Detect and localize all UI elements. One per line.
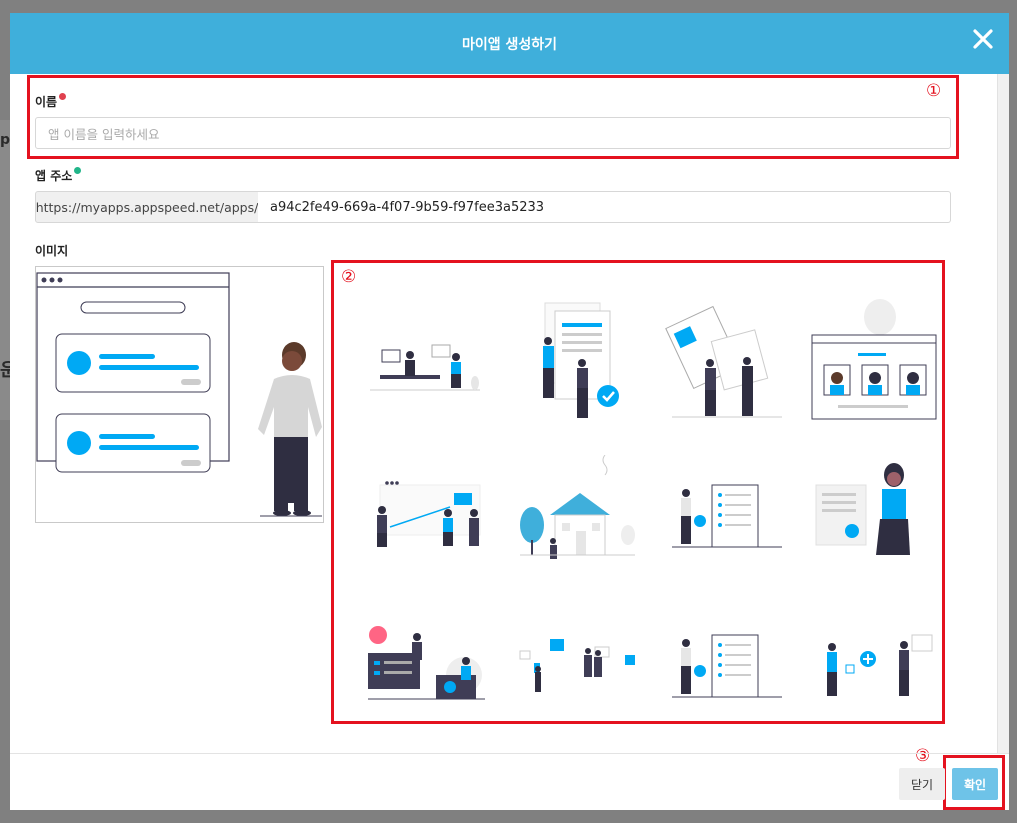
address-prefix: https://myapps.appspeed.net/apps/ [35, 191, 259, 223]
close-icon[interactable] [971, 27, 995, 51]
woman-document-illustration [815, 463, 910, 555]
floating-cards-illustration [519, 639, 635, 692]
image-option-video-call[interactable] [810, 295, 940, 435]
dashboard-illustration [368, 626, 485, 700]
annotation-number-1: ① [926, 81, 942, 101]
scrollbar[interactable] [997, 74, 1009, 754]
image-option-team-meeting[interactable] [360, 295, 490, 435]
close-button[interactable]: 닫기 [899, 768, 945, 800]
image-option-floating-cards[interactable] [510, 605, 640, 745]
image-preview [35, 266, 324, 523]
app-address-input[interactable]: a94c2fe49-669a-4f07-9b59-f97fee3a5233 [258, 191, 951, 223]
image-option-handshake-contract[interactable] [662, 295, 792, 435]
documents-approval-illustration [543, 302, 619, 418]
video-call-illustration [811, 299, 937, 420]
image-option-checklist-2[interactable] [662, 605, 792, 745]
info-dot [74, 167, 82, 174]
add-content-illustration [827, 634, 933, 696]
checklist-2-illustration [672, 634, 782, 698]
image-option-add-content[interactable] [810, 605, 940, 745]
image-option-documents-approval[interactable] [510, 295, 640, 435]
image-option-presentation[interactable] [360, 455, 490, 595]
image-option-house[interactable] [510, 454, 640, 595]
background-text: p [0, 132, 11, 148]
preview-illustration [36, 272, 322, 517]
checklist-illustration [672, 484, 782, 548]
image-option-grid [340, 275, 952, 735]
modal-title: 마이앱 생성하기 [461, 36, 558, 53]
image-option-woman-document[interactable] [810, 455, 940, 595]
image-option-checklist[interactable] [662, 455, 792, 595]
house-illustration [520, 454, 635, 559]
create-app-modal: 마이앱 생성하기 이름 앱 이름을 입력하세요 앱 주소 https://mya… [10, 13, 1009, 810]
handshake-contract-illustration [665, 305, 782, 418]
image-option-dashboard[interactable] [360, 605, 490, 745]
modal-header: 마이앱 생성하기 [10, 13, 1009, 74]
presentation-illustration [377, 481, 481, 547]
team-meeting-illustration [370, 344, 480, 391]
footer-divider [10, 753, 1009, 754]
annotation-number-3: ③ [915, 746, 931, 766]
annotation-box-1 [27, 75, 959, 159]
address-label: 앱 주소 [35, 167, 82, 184]
image-label: 이미지 [35, 244, 69, 258]
confirm-button[interactable]: 확인 [952, 768, 998, 800]
